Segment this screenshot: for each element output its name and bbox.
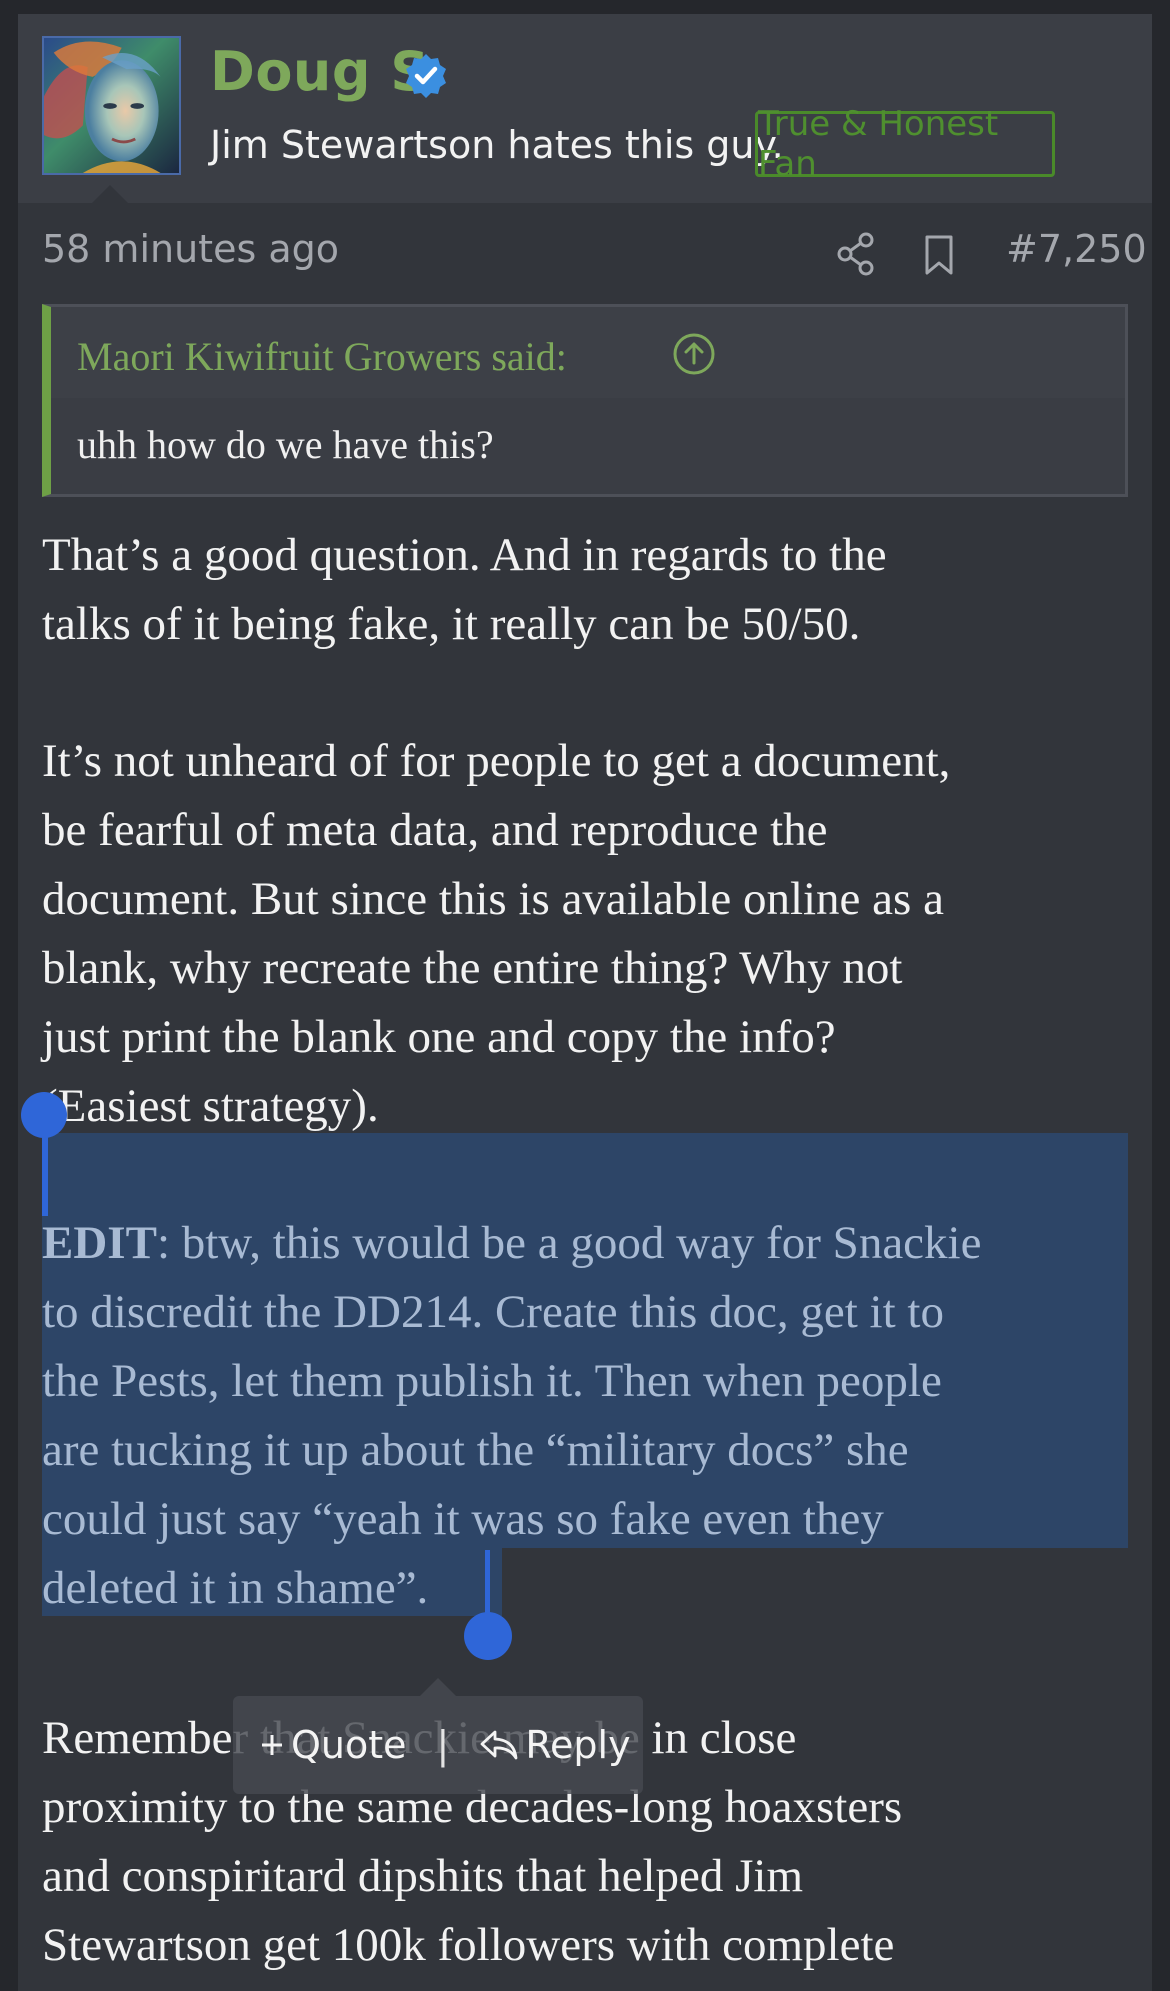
selection-start-handle-knob[interactable] (21, 1092, 67, 1138)
selection-menu-pointer (420, 1678, 456, 1696)
avatar[interactable] (42, 36, 181, 175)
reply-selection-button[interactable]: Reply (479, 1723, 631, 1767)
plus-icon (262, 1735, 282, 1755)
quote-selection-button[interactable]: Quote (259, 1723, 407, 1767)
reply-icon (480, 1730, 518, 1760)
quote-block: Maori Kiwifruit Growers said: uhh how do… (42, 304, 1128, 497)
verified-badge-icon (406, 54, 446, 98)
post-paragraph-edit: EDIT: btw, this would be a good way for … (42, 1209, 981, 1623)
selection-menu: Quote | Reply (233, 1696, 643, 1794)
reply-selection-label: Reply (525, 1723, 631, 1767)
user-title: Jim Stewartson hates this guy. (210, 123, 784, 167)
quote-selection-label: Quote (291, 1723, 407, 1767)
arrow-up-circle-icon[interactable] (671, 331, 717, 377)
edit-text: : btw, this would be a good way for Snac… (42, 1217, 982, 1614)
portrait-avatar-icon (44, 38, 179, 173)
post-timestamp[interactable]: 58 minutes ago (42, 227, 339, 271)
user-banner: True & Honest Fan (755, 104, 1055, 184)
header-pointer (92, 185, 128, 203)
post-paragraph-2: It’s not unheard of for people to get a … (42, 735, 951, 1132)
quote-author[interactable]: Maori Kiwifruit Growers said: (77, 333, 567, 380)
username[interactable]: Doug S (210, 40, 430, 103)
post-paragraph-1: That’s a good question. And in regards t… (42, 529, 887, 650)
edit-label: EDIT (42, 1217, 157, 1269)
menu-separator: | (436, 1723, 450, 1767)
share-icon[interactable] (836, 232, 876, 276)
post: Doug S Jim Stewartson hates this guy. Tr… (18, 14, 1152, 1991)
post-number-link[interactable]: #7,250 (1006, 227, 1147, 271)
selection-end-handle-knob[interactable] (464, 1612, 512, 1660)
quote-body: uhh how do we have this? (77, 422, 494, 467)
bookmark-icon[interactable] (922, 234, 956, 276)
